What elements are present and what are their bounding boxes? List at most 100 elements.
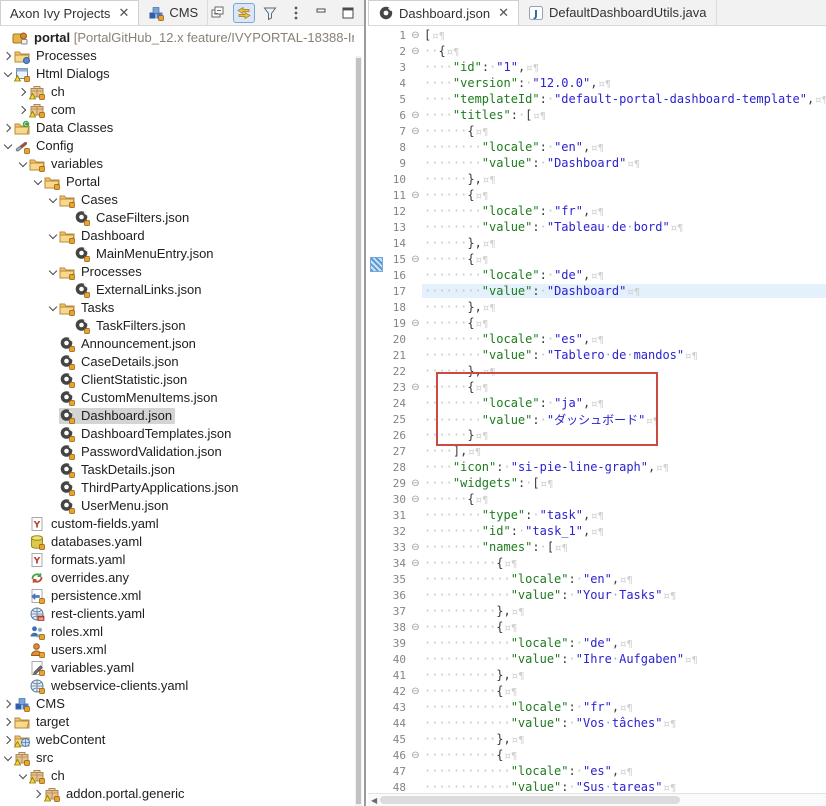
chevron-right-icon[interactable] (2, 716, 14, 728)
tree-item-addon-portal-generic[interactable]: addon.portal.generic (0, 785, 354, 803)
code-line-47[interactable]: 47············"locale":·"es",¤¶ (368, 763, 826, 779)
tree-item-portal[interactable]: portal [PortalGitHub_12.x feature/IVYPOR… (0, 29, 354, 47)
tree-item-passwordvalidation-json[interactable]: PasswordValidation.json (0, 443, 354, 461)
fold-collapse-icon[interactable]: ⊖ (409, 558, 422, 569)
code-line-21[interactable]: 21········"value":·"Tablero·de·mandos"¤¶ (368, 347, 826, 363)
maximize-icon[interactable] (338, 4, 358, 22)
tree-item-taskfilters-json[interactable]: TaskFilters.json (0, 317, 354, 335)
tree-item-ch[interactable]: ch (0, 767, 354, 785)
code-line-32[interactable]: 32········"id":·"task_1",¤¶ (368, 523, 826, 539)
collapse-all-icon[interactable] (208, 4, 228, 22)
chevron-right-icon[interactable] (2, 122, 14, 134)
close-icon[interactable]: ✕ (118, 5, 129, 21)
tree-scrollbar-thumb[interactable] (356, 58, 361, 804)
code-line-3[interactable]: 3····"id":·"1",¤¶ (368, 59, 826, 75)
code-line-31[interactable]: 31········"type":·"task",¤¶ (368, 507, 826, 523)
editor-tab-defaultdashboardutils-java[interactable]: J DefaultDashboardUtils.java (519, 0, 717, 25)
tree-item-cases[interactable]: Cases (0, 191, 354, 209)
tree-item-thirdpartyapplications-json[interactable]: ThirdPartyApplications.json (0, 479, 354, 497)
tree-item-persistence-xml[interactable]: persistence.xml (0, 587, 354, 605)
code-line-13[interactable]: 13········"value":·"Tableau·de·bord"¤¶ (368, 219, 826, 235)
fold-collapse-icon[interactable]: ⊖ (409, 478, 422, 489)
tree-item-dashboard-json[interactable]: Dashboard.json (0, 407, 354, 425)
tree-item-cms[interactable]: CMS (0, 695, 354, 713)
chevron-right-icon[interactable] (2, 698, 14, 710)
code-line-46[interactable]: 46⊖··········{¤¶ (368, 747, 826, 763)
tree-item-processes[interactable]: Processes (0, 47, 354, 65)
chevron-right-icon[interactable] (32, 788, 44, 800)
tree-item-taskdetails-json[interactable]: TaskDetails.json (0, 461, 354, 479)
tree-item-target[interactable]: target (0, 713, 354, 731)
tree-item-portal[interactable]: Portal (0, 173, 354, 191)
code-line-11[interactable]: 11⊖······{¤¶ (368, 187, 826, 203)
chevron-right-icon[interactable] (2, 50, 14, 62)
tree-item-variables[interactable]: variables (0, 155, 354, 173)
code-line-19[interactable]: 19⊖······{¤¶ (368, 315, 826, 331)
tree-item-com[interactable]: com (0, 101, 354, 119)
code-line-36[interactable]: 36············"value":·"Your·Tasks"¤¶ (368, 587, 826, 603)
tree-item-externallinks-json[interactable]: ExternalLinks.json (0, 281, 354, 299)
code-line-1[interactable]: 1⊖[¤¶ (368, 27, 826, 43)
fold-collapse-icon[interactable]: ⊖ (409, 126, 422, 137)
code-line-39[interactable]: 39············"locale":·"de",¤¶ (368, 635, 826, 651)
tree-item-roles-xml[interactable]: roles.xml (0, 623, 354, 641)
code-line-7[interactable]: 7⊖······{¤¶ (368, 123, 826, 139)
fold-collapse-icon[interactable]: ⊖ (409, 318, 422, 329)
view-menu-icon[interactable] (286, 4, 306, 22)
editor-tab-dashboard-json[interactable]: Dashboard.json ✕ (368, 0, 519, 25)
tree-item-casefilters-json[interactable]: CaseFilters.json (0, 209, 354, 227)
code-line-34[interactable]: 34⊖··········{¤¶ (368, 555, 826, 571)
tree-item-dashboard[interactable]: Dashboard (0, 227, 354, 245)
fold-collapse-icon[interactable]: ⊖ (409, 542, 422, 553)
tree-item-webcontent[interactable]: webContent (0, 731, 354, 749)
tree-scrollbar[interactable] (355, 56, 362, 806)
code-line-16[interactable]: 16········"locale":·"de",¤¶ (368, 267, 826, 283)
chevron-down-icon[interactable] (17, 770, 29, 782)
tree-item-users-xml[interactable]: users.xml (0, 641, 354, 659)
code-line-41[interactable]: 41··········},¤¶ (368, 667, 826, 683)
code-line-48[interactable]: 48············"value":·"Sus·tareas"¤¶ (368, 779, 826, 794)
code-line-30[interactable]: 30⊖······{¤¶ (368, 491, 826, 507)
code-line-9[interactable]: 9········"value":·"Dashboard"¤¶ (368, 155, 826, 171)
chevron-down-icon[interactable] (47, 194, 59, 206)
filter-icon[interactable] (260, 4, 280, 22)
code-line-28[interactable]: 28····"icon":·"si-pie-line-graph",¤¶ (368, 459, 826, 475)
chevron-right-icon[interactable] (2, 734, 14, 746)
chevron-down-icon[interactable] (47, 230, 59, 242)
code-line-43[interactable]: 43············"locale":·"fr",¤¶ (368, 699, 826, 715)
tree-item-overrides-any[interactable]: overrides.any (0, 569, 354, 587)
code-line-12[interactable]: 12········"locale":·"fr",¤¶ (368, 203, 826, 219)
editor-hscrollbar[interactable]: ◀ (368, 793, 826, 806)
chevron-down-icon[interactable] (17, 158, 29, 170)
tree-item-html-dialogs[interactable]: Html Dialogs (0, 65, 354, 83)
tree-item-databases-yaml[interactable]: databases.yaml (0, 533, 354, 551)
editor-hscrollbar-thumb[interactable] (380, 796, 680, 804)
fold-collapse-icon[interactable]: ⊖ (409, 30, 422, 41)
tree-item-webservice-clients-yaml[interactable]: webservice-clients.yaml (0, 677, 354, 695)
code-line-42[interactable]: 42⊖··········{¤¶ (368, 683, 826, 699)
chevron-down-icon[interactable] (32, 176, 44, 188)
tree-item-ch[interactable]: ch (0, 83, 354, 101)
code-line-45[interactable]: 45··········},¤¶ (368, 731, 826, 747)
code-line-33[interactable]: 33⊖········"names":·[¤¶ (368, 539, 826, 555)
chevron-right-icon[interactable] (17, 104, 29, 116)
tree-item-casedetails-json[interactable]: CaseDetails.json (0, 353, 354, 371)
fold-collapse-icon[interactable]: ⊖ (409, 622, 422, 633)
code-line-17[interactable]: 17········"value":·"Dashboard"¤¶ (368, 283, 826, 299)
tree-item-variables-yaml[interactable]: variables.yaml (0, 659, 354, 677)
chevron-right-icon[interactable] (17, 86, 29, 98)
tab-cms[interactable]: CMS (139, 0, 208, 25)
tree-item-formats-yaml[interactable]: Yformats.yaml (0, 551, 354, 569)
tab-axon-ivy-projects[interactable]: Axon Ivy Projects ✕ (0, 0, 139, 25)
code-line-37[interactable]: 37··········},¤¶ (368, 603, 826, 619)
fold-collapse-icon[interactable]: ⊖ (409, 382, 422, 393)
code-line-5[interactable]: 5····"templateId":·"default-portal-dashb… (368, 91, 826, 107)
code-line-35[interactable]: 35············"locale":·"en",¤¶ (368, 571, 826, 587)
code-line-15[interactable]: 15⊖······{¤¶ (368, 251, 826, 267)
fold-collapse-icon[interactable]: ⊖ (409, 750, 422, 761)
tree-item-processes[interactable]: Processes (0, 263, 354, 281)
code-line-6[interactable]: 6⊖····"titles":·[¤¶ (368, 107, 826, 123)
chevron-down-icon[interactable] (0, 32, 12, 44)
code-line-4[interactable]: 4····"version":·"12.0.0",¤¶ (368, 75, 826, 91)
tree-item-mainmenuentry-json[interactable]: MainMenuEntry.json (0, 245, 354, 263)
